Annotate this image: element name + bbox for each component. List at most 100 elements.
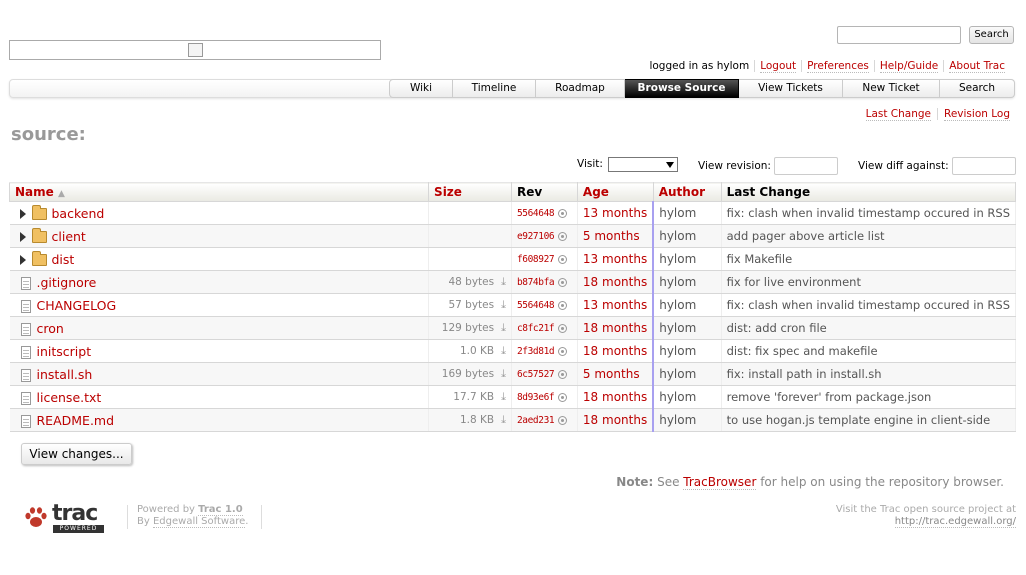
changeset-icon[interactable] [558, 323, 568, 333]
edgewall-link[interactable]: Edgewall Software [152, 516, 246, 528]
entry-link[interactable]: cron [37, 321, 64, 336]
tab-roadmap[interactable]: Roadmap [536, 79, 625, 98]
age-link[interactable]: 18 months [583, 344, 647, 358]
changeset-icon[interactable] [558, 300, 568, 310]
cell-size: 1.0 KB ⤓ [428, 339, 512, 363]
age-link[interactable]: 18 months [583, 390, 647, 404]
view-diff-input[interactable] [952, 157, 1016, 175]
search-input[interactable] [837, 26, 961, 44]
tab-view-tickets[interactable]: View Tickets [739, 79, 843, 98]
table-row[interactable]: backend 5564648 13 months hylom fix: clash w… [9, 201, 1017, 225]
download-icon[interactable]: ⤓ [501, 298, 506, 312]
table-row[interactable]: license.txt 17.7 KB ⤓ 8d93e6f 18 months hylom… [9, 385, 1017, 409]
note-see: See [657, 475, 680, 489]
table-row[interactable]: dist f608927 13 months hylom fix Makefile [9, 247, 1017, 271]
entry-link[interactable]: README.md [37, 413, 115, 428]
expand-triangle-icon[interactable] [19, 232, 26, 242]
visit-select[interactable] [608, 157, 678, 172]
trac-powered-logo[interactable]: trac POWERED [23, 501, 107, 535]
changeset-icon[interactable] [558, 254, 568, 264]
changeset-icon[interactable] [558, 231, 568, 241]
age-link[interactable]: 18 months [583, 275, 647, 289]
changeset-icon[interactable] [558, 208, 568, 218]
age-link[interactable]: 18 months [583, 413, 647, 427]
column-name[interactable]: Name ▲ [8, 182, 430, 202]
table-row[interactable]: README.md 1.8 KB ⤓ 2aed231 18 months hylom to … [9, 408, 1017, 432]
entry-link[interactable]: CHANGELOG [37, 298, 117, 313]
rev-link[interactable]: 8d93e6f [517, 392, 555, 403]
table-row[interactable]: .gitignore 48 bytes ⤓ b874bfa 18 months hylom… [9, 270, 1017, 294]
tab-wiki[interactable]: Wiki [389, 79, 453, 98]
cell-size: 169 bytes ⤓ [428, 362, 512, 386]
logo-banner[interactable] [9, 40, 381, 60]
rev-link[interactable]: 6c57527 [517, 369, 555, 380]
last-change-link[interactable]: Last Change [865, 108, 932, 121]
changeset-icon[interactable] [558, 277, 568, 287]
download-icon[interactable]: ⤓ [501, 390, 506, 404]
table-row[interactable]: CHANGELOG 57 bytes ⤓ 5564648 13 months hylom f… [9, 293, 1017, 317]
sort-by-author[interactable]: Author [659, 185, 705, 199]
sort-by-size[interactable]: Size [434, 185, 462, 199]
age-link[interactable]: 18 months [583, 321, 647, 335]
changeset-icon[interactable] [558, 392, 568, 402]
rev-link[interactable]: e927106 [517, 231, 555, 242]
changeset-icon[interactable] [558, 415, 568, 425]
tab-search[interactable]: Search [940, 79, 1015, 98]
entry-link[interactable]: .gitignore [37, 275, 97, 290]
tab-timeline[interactable]: Timeline [453, 79, 536, 98]
rev-link[interactable]: 5564648 [517, 300, 555, 311]
download-icon[interactable]: ⤓ [501, 344, 506, 358]
entry-link[interactable]: dist [52, 252, 75, 267]
entry-link[interactable]: backend [52, 206, 105, 221]
cell-size [428, 247, 512, 271]
logout-link[interactable]: Logout [760, 60, 797, 73]
download-icon[interactable]: ⤓ [501, 367, 506, 381]
expand-triangle-icon[interactable] [19, 255, 26, 265]
trac-url-link[interactable]: http://trac.edgewall.org/ [894, 516, 1016, 528]
sort-by-age[interactable]: Age [583, 185, 609, 199]
download-icon[interactable]: ⤓ [501, 275, 506, 289]
age-link[interactable]: 5 months [583, 229, 640, 243]
tab-new-ticket[interactable]: New Ticket [843, 79, 940, 98]
rev-link[interactable]: 2aed231 [517, 415, 555, 426]
table-row[interactable]: cron 129 bytes ⤓ c8fc21f 18 months hylom dist:… [9, 316, 1017, 340]
entry-link[interactable]: client [52, 229, 86, 244]
sort-by-name[interactable]: Name [15, 185, 54, 199]
table-row[interactable]: client e927106 5 months hylom add pager abov… [9, 224, 1017, 248]
cell-author: hylom [652, 270, 722, 294]
about-trac-link[interactable]: About Trac [949, 60, 1005, 73]
tab-browse-source[interactable]: Browse Source [625, 79, 739, 98]
changeset-icon[interactable] [558, 346, 568, 356]
entry-link[interactable]: initscript [37, 344, 92, 359]
download-icon[interactable]: ⤓ [501, 321, 506, 335]
age-link[interactable]: 13 months [583, 298, 647, 312]
rev-link[interactable]: f608927 [517, 254, 555, 265]
view-revision-input[interactable] [774, 157, 838, 175]
column-author[interactable]: Author [652, 182, 722, 202]
entry-link[interactable]: license.txt [37, 390, 102, 405]
table-row[interactable]: install.sh 169 bytes ⤓ 6c57527 5 months hylom… [9, 362, 1017, 386]
rev-link[interactable]: b874bfa [517, 277, 555, 288]
tracbrowser-link[interactable]: TracBrowser [683, 475, 757, 490]
rev-link[interactable]: 2f3d81d [517, 346, 555, 357]
download-icon[interactable]: ⤓ [501, 413, 506, 427]
changeset-icon[interactable] [558, 369, 568, 379]
rev-link[interactable]: 5564648 [517, 208, 555, 219]
trac-version-link[interactable]: Trac 1.0 [198, 504, 243, 516]
column-size[interactable]: Size [428, 182, 512, 202]
search-button[interactable]: Search [969, 26, 1014, 44]
revision-log-link[interactable]: Revision Log [944, 108, 1010, 121]
view-changes-button[interactable]: View changes... [21, 443, 132, 465]
rev-link[interactable]: c8fc21f [517, 323, 555, 334]
entry-size: 17.7 KB [453, 391, 495, 403]
expand-triangle-icon[interactable] [19, 209, 26, 219]
age-link[interactable]: 13 months [583, 206, 647, 220]
table-row[interactable]: initscript 1.0 KB ⤓ 2f3d81d 18 months hylom di… [9, 339, 1017, 363]
age-link[interactable]: 13 months [583, 252, 647, 266]
preferences-link[interactable]: Preferences [807, 60, 869, 73]
age-link[interactable]: 5 months [583, 367, 640, 381]
column-age[interactable]: Age [576, 182, 654, 202]
entry-size: 1.0 KB [459, 345, 495, 357]
help-guide-link[interactable]: Help/Guide [879, 60, 939, 73]
entry-link[interactable]: install.sh [37, 367, 93, 382]
